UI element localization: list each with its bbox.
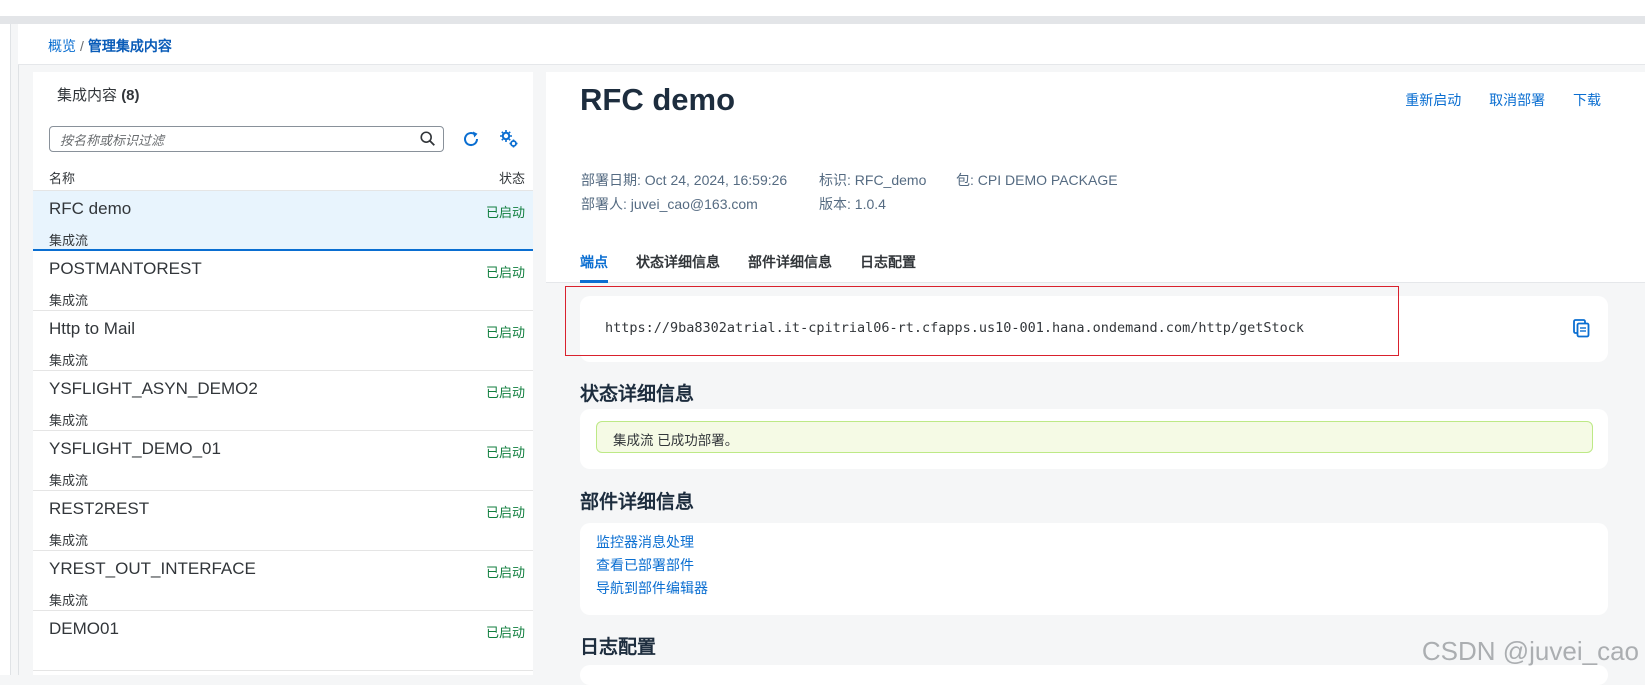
column-status: 状态 xyxy=(498,171,525,186)
item-status: 已启动 xyxy=(485,265,525,280)
item-title: YREST_OUT_INTERFACE xyxy=(49,559,256,578)
item-status: 已启动 xyxy=(485,385,525,400)
breadcrumb: 概览 / 管理集成内容 xyxy=(48,36,172,56)
item-title: POSTMANTOREST xyxy=(49,259,202,278)
copy-icon[interactable] xyxy=(1570,317,1592,339)
list-item[interactable]: YREST_OUT_INTERFACE 已启动 集成流 xyxy=(33,551,533,611)
restart-button[interactable]: 重新启动 xyxy=(1405,92,1461,108)
item-title: DEMO01 xyxy=(49,619,119,638)
item-status: 已启动 xyxy=(485,625,525,640)
view-deployed-artifact-link[interactable]: 查看已部署部件 xyxy=(596,554,708,577)
artifact-id: 标识: RFC_demo xyxy=(819,172,927,188)
meta-column-deploy: 部署日期: Oct 24, 2024, 16:59:26 部署人: juvei_… xyxy=(581,168,787,216)
list-item[interactable]: Http to Mail 已启动 集成流 xyxy=(33,311,533,371)
item-type: 集成流 xyxy=(49,593,89,608)
detail-title: RFC demo xyxy=(580,82,735,117)
filter-input[interactable] xyxy=(58,130,412,150)
item-title: REST2REST xyxy=(49,499,150,518)
top-divider xyxy=(0,16,1645,24)
item-status: 已启动 xyxy=(485,325,525,340)
list-item[interactable]: RFC demo 已启动 集成流 xyxy=(33,191,533,251)
settings-icon[interactable] xyxy=(498,128,520,150)
breadcrumb-separator: / xyxy=(80,38,84,54)
deploy-date: 部署日期: Oct 24, 2024, 16:59:26 xyxy=(581,172,788,188)
tab-status-details[interactable]: 状态详细信息 xyxy=(636,244,720,280)
status-message: 集成流 已成功部署。 xyxy=(613,433,739,448)
item-type: 集成流 xyxy=(49,533,89,548)
item-title: Http to Mail xyxy=(49,319,135,338)
tab-log-config[interactable]: 日志配置 xyxy=(860,244,916,280)
artifact-card: 监控器消息处理 查看已部署部件 导航到部件编辑器 xyxy=(580,523,1608,615)
side-rail xyxy=(0,24,11,675)
item-type: 集成流 xyxy=(49,293,89,308)
list-item[interactable]: REST2REST 已启动 集成流 xyxy=(33,491,533,551)
breadcrumb-bar xyxy=(18,24,1645,65)
content-list-panel: 集成内容 (8) 名称 状态 RFC demo 已启动 集成流 POSTMANT… xyxy=(33,72,533,675)
artifact-package: 包: CPI DEMO PACKAGE xyxy=(956,172,1118,188)
item-type: 集成流 xyxy=(49,413,89,428)
item-title: YSFLIGHT_ASYN_DEMO2 xyxy=(49,379,258,398)
item-type: 集成流 xyxy=(49,353,89,368)
list-item[interactable]: DEMO01 已启动 xyxy=(33,611,533,671)
annotation-highlight-box xyxy=(565,286,1399,356)
filter-search-box[interactable] xyxy=(49,126,444,152)
item-status: 已启动 xyxy=(485,445,525,460)
content-list: RFC demo 已启动 集成流 POSTMANTOREST 已启动 集成流 H… xyxy=(33,191,533,671)
deployed-by: 部署人: juvei_cao@163.com xyxy=(581,196,758,212)
list-title: 集成内容 (8) xyxy=(57,84,140,105)
item-title: YSFLIGHT_DEMO_01 xyxy=(49,439,221,458)
item-type: 集成流 xyxy=(49,233,89,248)
breadcrumb-home-link[interactable]: 概览 xyxy=(48,38,76,54)
monitor-message-link[interactable]: 监控器消息处理 xyxy=(596,531,708,554)
item-status: 已启动 xyxy=(485,565,525,580)
log-section-title: 日志配置 xyxy=(580,637,657,658)
refresh-icon[interactable] xyxy=(460,128,482,150)
artifact-links: 监控器消息处理 查看已部署部件 导航到部件编辑器 xyxy=(596,531,708,600)
undeploy-button[interactable]: 取消部署 xyxy=(1489,92,1545,108)
list-title-label: 集成内容 xyxy=(57,87,118,104)
watermark: CSDN @juvei_cao xyxy=(1421,636,1639,666)
item-status: 已启动 xyxy=(485,505,525,520)
download-button[interactable]: 下载 xyxy=(1573,92,1601,108)
meta-column-id: 标识: RFC_demo 版本: 1.0.4 xyxy=(819,168,926,216)
meta-column-package: 包: CPI DEMO PACKAGE xyxy=(956,168,1118,192)
tab-artifact-details[interactable]: 部件详细信息 xyxy=(748,244,832,280)
breadcrumb-current[interactable]: 管理集成内容 xyxy=(88,38,172,54)
item-type: 集成流 xyxy=(49,473,89,488)
header-actions: 重新启动 取消部署 下载 xyxy=(1381,90,1601,110)
tab-endpoints[interactable]: 端点 xyxy=(580,244,608,283)
list-item[interactable]: YSFLIGHT_ASYN_DEMO2 已启动 集成流 xyxy=(33,371,533,431)
list-item[interactable]: YSFLIGHT_DEMO_01 已启动 集成流 xyxy=(33,431,533,491)
status-section-title: 状态详细信息 xyxy=(580,384,695,405)
list-count: (8) xyxy=(121,87,140,104)
status-message-strip: 集成流 已成功部署。 xyxy=(596,421,1593,453)
detail-tabs: 端点 状态详细信息 部件详细信息 日志配置 xyxy=(580,244,944,283)
search-icon[interactable] xyxy=(419,130,437,148)
navigate-to-editor-link[interactable]: 导航到部件编辑器 xyxy=(596,577,708,600)
detail-header: RFC demo 重新启动 取消部署 下载 部署日期: Oct 24, 2024… xyxy=(546,72,1645,283)
list-column-header: 名称 状态 xyxy=(33,160,533,191)
status-card: 集成流 已成功部署。 xyxy=(580,409,1608,469)
item-status: 已启动 xyxy=(485,205,525,220)
column-name: 名称 xyxy=(49,171,76,186)
artifact-section-title: 部件详细信息 xyxy=(580,492,695,513)
item-title: RFC demo xyxy=(49,199,132,218)
artifact-version: 版本: 1.0.4 xyxy=(819,196,886,212)
log-config-card xyxy=(580,665,1608,685)
list-item[interactable]: POSTMANTOREST 已启动 集成流 xyxy=(33,251,533,311)
